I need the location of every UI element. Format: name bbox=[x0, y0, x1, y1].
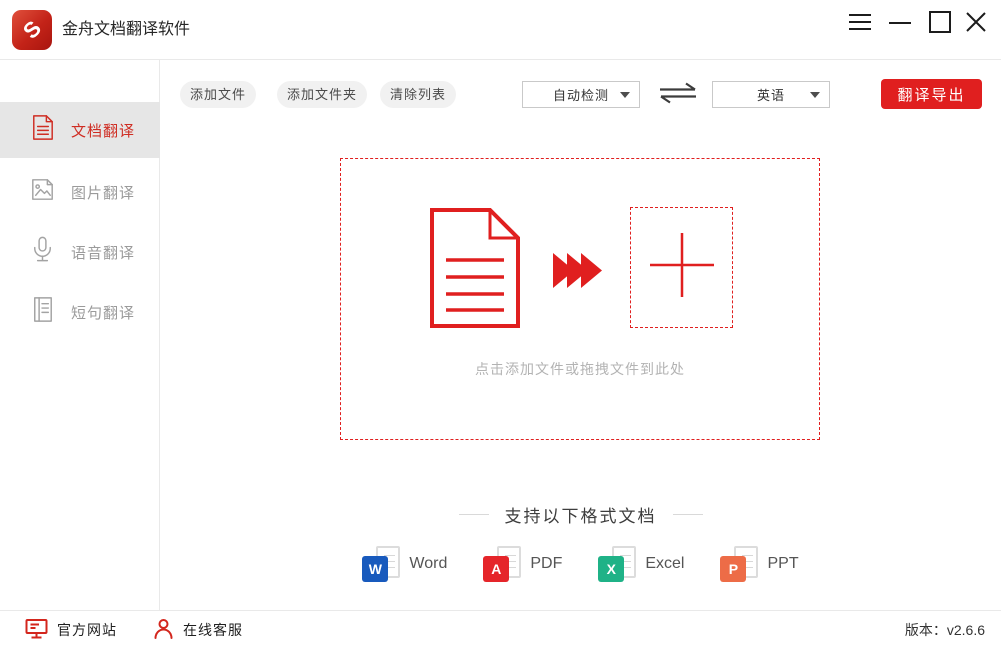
format-label: PPT bbox=[767, 555, 798, 573]
chevron-down-icon bbox=[620, 92, 630, 98]
official-website-link[interactable]: 官方网站 bbox=[25, 618, 117, 643]
format-label: PDF bbox=[530, 555, 562, 573]
format-label: Excel bbox=[645, 555, 684, 573]
triple-arrow-icon bbox=[553, 252, 603, 294]
add-file-button[interactable]: 添加文件 bbox=[180, 81, 256, 108]
online-service-label: 在线客服 bbox=[183, 620, 243, 640]
format-item-pdf: A PDF bbox=[483, 546, 562, 582]
pdf-file-icon: A bbox=[483, 546, 521, 582]
format-item-ppt: P PPT bbox=[720, 546, 798, 582]
official-website-label: 官方网站 bbox=[57, 620, 117, 640]
sidebar-item-document-translate[interactable]: 文档翻译 bbox=[0, 102, 160, 158]
target-language-value: 英语 bbox=[757, 85, 785, 104]
hamburger-icon bbox=[848, 13, 872, 34]
sidebar-item-label: 语音翻译 bbox=[71, 242, 135, 263]
person-icon bbox=[153, 618, 174, 642]
app-window: S 金舟文档翻译软件 bbox=[0, 0, 1001, 649]
target-language-select[interactable]: 英语 bbox=[712, 81, 830, 108]
minimize-icon bbox=[888, 13, 912, 34]
sidebar-item-label: 短句翻译 bbox=[71, 302, 135, 323]
swap-languages-button[interactable] bbox=[655, 80, 701, 108]
formats-row: W Word A PDF X Excel P PPT bbox=[160, 546, 1001, 582]
divider bbox=[673, 514, 703, 515]
version-label: 版本：v2.6.6 bbox=[905, 611, 985, 649]
maximize-button[interactable] bbox=[924, 6, 956, 40]
logo-glyph: S bbox=[18, 16, 47, 45]
status-bar: 官方网站 在线客服 版本：v2.6.6 bbox=[0, 610, 1001, 649]
app-logo-icon: S bbox=[12, 10, 52, 50]
formats-title: 支持以下格式文档 bbox=[505, 502, 657, 527]
maximize-icon bbox=[928, 10, 952, 37]
plus-icon bbox=[650, 233, 714, 302]
sidebar-item-image-translate[interactable]: 图片翻译 bbox=[0, 164, 160, 220]
online-service-link[interactable]: 在线客服 bbox=[153, 618, 243, 642]
divider bbox=[459, 514, 489, 515]
title-bar: S 金舟文档翻译软件 bbox=[0, 0, 1001, 60]
add-folder-button[interactable]: 添加文件夹 bbox=[277, 81, 367, 108]
app-title: 金舟文档翻译软件 bbox=[62, 0, 190, 60]
add-file-target[interactable] bbox=[630, 207, 733, 328]
image-icon bbox=[27, 174, 58, 210]
format-item-word: W Word bbox=[362, 546, 447, 582]
sidebar-item-label: 文档翻译 bbox=[71, 120, 135, 141]
document-outline-icon bbox=[429, 207, 521, 334]
document-icon bbox=[27, 112, 58, 148]
dropzone-hint: 点击添加文件或拖拽文件到此处 bbox=[341, 359, 819, 379]
formats-title-row: 支持以下格式文档 bbox=[160, 502, 1001, 527]
source-language-value: 自动检测 bbox=[553, 85, 609, 104]
phrase-list-icon bbox=[27, 294, 58, 330]
minimize-button[interactable] bbox=[884, 6, 916, 40]
menu-button[interactable] bbox=[844, 6, 876, 40]
close-button[interactable] bbox=[960, 6, 992, 40]
translate-export-button[interactable]: 翻译导出 bbox=[881, 79, 982, 109]
monitor-icon bbox=[25, 618, 48, 643]
format-label: Word bbox=[409, 555, 447, 573]
ppt-file-icon: P bbox=[720, 546, 758, 582]
swap-arrows-icon bbox=[657, 81, 699, 108]
word-file-icon: W bbox=[362, 546, 400, 582]
sidebar: 文档翻译 图片翻译 语音翻译 bbox=[0, 60, 160, 610]
chevron-down-icon bbox=[810, 92, 820, 98]
clear-list-button[interactable]: 清除列表 bbox=[380, 81, 456, 108]
sidebar-item-label: 图片翻译 bbox=[71, 182, 135, 203]
source-language-select[interactable]: 自动检测 bbox=[522, 81, 640, 108]
excel-file-icon: X bbox=[598, 546, 636, 582]
sidebar-item-phrase-translate[interactable]: 短句翻译 bbox=[0, 284, 160, 340]
microphone-icon bbox=[27, 234, 58, 270]
close-icon bbox=[965, 11, 987, 36]
file-drop-zone[interactable]: 点击添加文件或拖拽文件到此处 bbox=[340, 158, 820, 440]
format-item-excel: X Excel bbox=[598, 546, 684, 582]
sidebar-item-voice-translate[interactable]: 语音翻译 bbox=[0, 224, 160, 280]
